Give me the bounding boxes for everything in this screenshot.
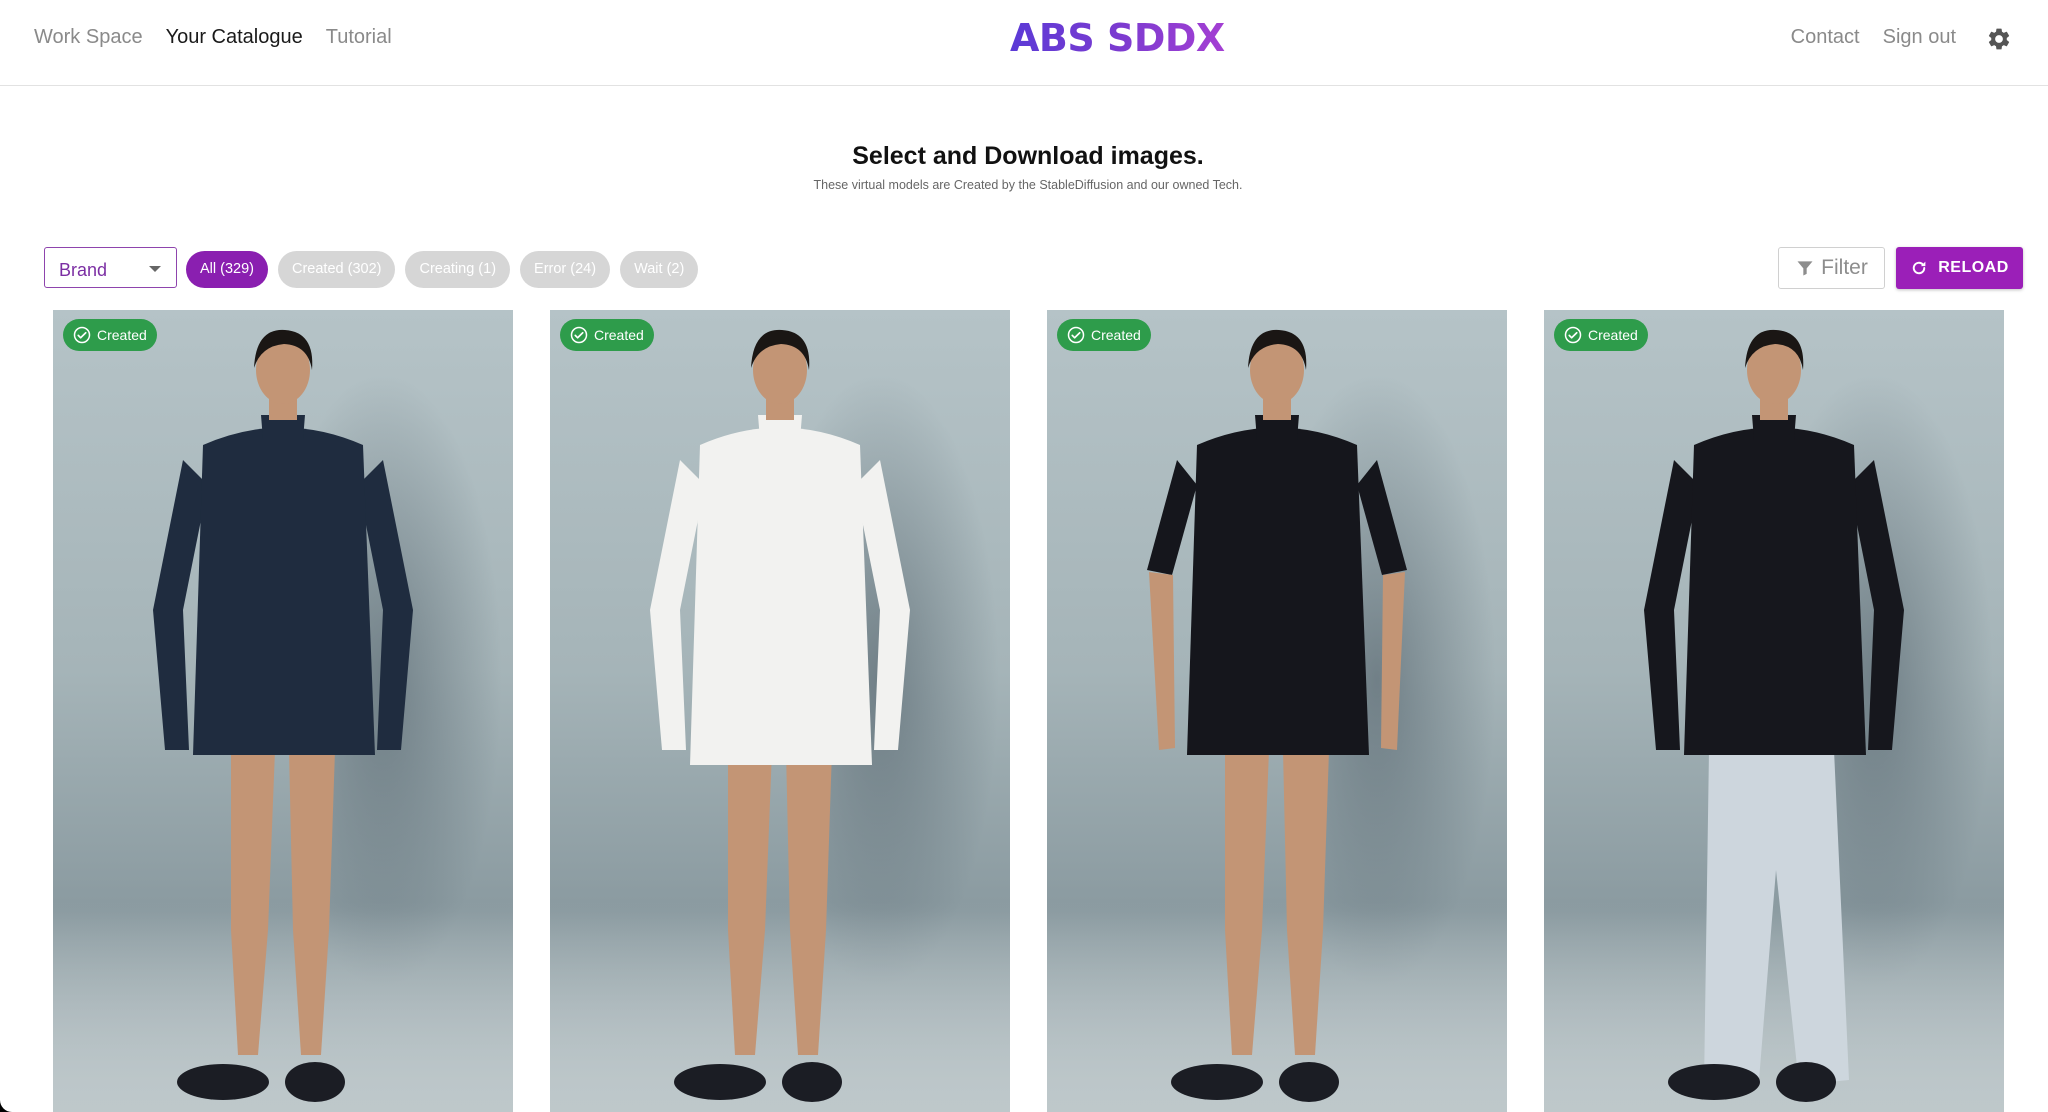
status-badge-label: Created: [1091, 327, 1141, 343]
nav-contact[interactable]: Contact: [1791, 26, 1860, 49]
nav-tutorial[interactable]: Tutorial: [326, 26, 392, 49]
account-nav: Contact Sign out: [1791, 26, 1956, 49]
filter-button[interactable]: Filter: [1778, 247, 1885, 289]
reload-label: RELOAD: [1938, 259, 2009, 276]
status-badge-label: Created: [594, 327, 644, 343]
model-image: [153, 329, 413, 1102]
check-circle-icon: [1067, 326, 1085, 344]
status-badge-label: Created: [1588, 327, 1638, 343]
status-badge: Created: [1554, 319, 1648, 351]
status-badge: Created: [63, 319, 157, 351]
chip-creating[interactable]: Creating (1): [405, 251, 511, 288]
model-image: [1644, 329, 1904, 1102]
funnel-icon: [1797, 261, 1813, 276]
app-page: Work Space Your Catalogue Tutorial ABS S…: [0, 0, 2048, 1112]
chip-created[interactable]: Created (302): [278, 251, 396, 288]
check-circle-icon: [1564, 326, 1582, 344]
check-circle-icon: [570, 326, 588, 344]
chip-wait[interactable]: Wait (2): [620, 251, 699, 288]
caret-down-icon: [149, 266, 161, 272]
nav-work-space[interactable]: Work Space: [34, 26, 143, 49]
catalogue-card[interactable]: Created: [1047, 310, 1507, 1112]
status-badge: Created: [1057, 319, 1151, 351]
chip-error[interactable]: Error (24): [520, 251, 611, 288]
status-badge: Created: [560, 319, 654, 351]
brand-logo[interactable]: ABS SDDX: [1010, 16, 1225, 60]
catalogue-card[interactable]: Created: [53, 310, 513, 1112]
status-filter-chips: All (329) Created (302) Creating (1) Err…: [186, 251, 699, 288]
chip-all[interactable]: All (329): [186, 251, 268, 288]
top-header: Work Space Your Catalogue Tutorial ABS S…: [0, 0, 2048, 86]
brand-select-value: Brand: [59, 260, 108, 280]
gear-icon[interactable]: [1986, 26, 2012, 52]
catalogue-card[interactable]: Created: [1544, 310, 2004, 1112]
refresh-icon: [1913, 261, 1926, 275]
nav-sign-out[interactable]: Sign out: [1883, 26, 1956, 49]
status-badge-label: Created: [97, 327, 147, 343]
model-image: [1147, 329, 1407, 1102]
check-circle-icon: [73, 326, 91, 344]
reload-button[interactable]: RELOAD: [1896, 247, 2023, 289]
nav-your-catalogue[interactable]: Your Catalogue: [166, 26, 303, 49]
filter-label: Filter: [1821, 256, 1868, 279]
page-subtitle: These virtual models are Created by the …: [813, 178, 1243, 192]
page-title: Select and Download images.: [852, 142, 1204, 170]
brand-select[interactable]: Brand: [44, 247, 177, 288]
main-nav: Work Space Your Catalogue Tutorial: [34, 26, 392, 49]
catalogue-card[interactable]: Created: [550, 310, 1010, 1112]
model-image: [650, 329, 910, 1102]
